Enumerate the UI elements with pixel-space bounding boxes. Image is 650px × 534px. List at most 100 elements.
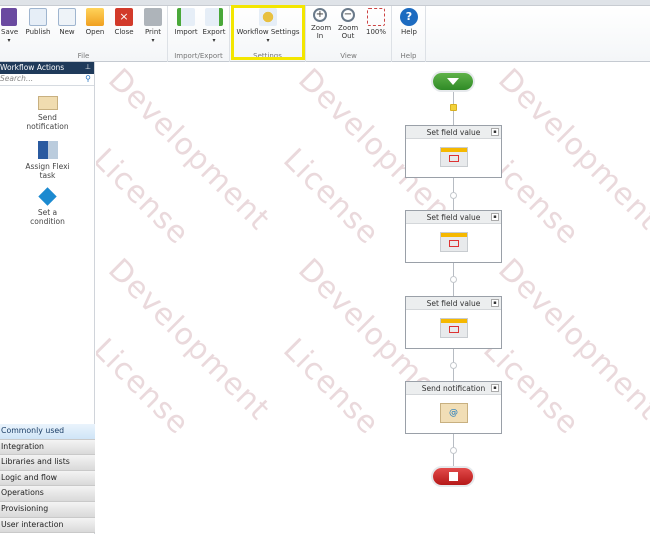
envelope-icon: @ [439,403,468,423]
ribbon: Save ▾ Publish New Open × Close Print ▾ Fil… [0,6,650,62]
export-button[interactable]: Export ▾ [201,8,227,45]
export-icon [205,8,223,26]
close-icon: × [115,8,133,26]
workflow-actions-panel: Workflow Actions ⊥ Search... ⚲ Send notifi… [0,62,95,534]
workflow-canvas[interactable]: Development License Development License … [96,62,650,534]
pin-icon[interactable]: ⊥ [85,63,91,71]
publish-button[interactable]: Publish [24,8,52,36]
group-label-help: Help [400,52,417,60]
close-label: Close [114,28,134,36]
panel-header: Workflow Actions ⊥ [0,62,94,74]
zoom-in-icon: + [313,8,327,22]
export-label: Export [202,28,226,36]
start-arrow-icon [447,78,459,85]
category-list: Commonly used Integration Libraries and … [0,424,95,534]
folder-icon [86,8,104,26]
help-icon: ? [400,8,418,26]
ribbon-group-help: ? Help Help [392,6,426,62]
node-menu-button[interactable]: ▪ [491,299,499,307]
actual-size-icon [367,8,385,26]
close-button[interactable]: × Close [113,8,135,36]
category-logic-and-flow[interactable]: Logic and flow [0,470,95,487]
action-send-notification[interactable]: Send notification [0,96,95,131]
set-field-value-icon [439,232,468,252]
node-menu-button[interactable]: ▪ [491,384,499,392]
category-provisioning[interactable]: Provisioning [0,501,95,518]
condition-icon [38,187,57,206]
node-title: Set field value [426,128,481,137]
node-title: Send notification [421,384,486,393]
flexi-task-icon [37,141,58,159]
envelope-icon [37,96,58,110]
node-menu-button[interactable]: ▪ [491,128,499,136]
drop-point[interactable] [450,362,457,369]
watermark: Development [101,252,277,428]
watermark: Development [101,62,277,238]
action-assign-flexi-task[interactable]: Assign Flexi task [0,141,95,180]
zoom-in-label: Zoom In [311,24,332,40]
new-icon [58,8,76,26]
ribbon-group-view: + Zoom In − Zoom Out 100% View [306,6,392,62]
search-input[interactable]: Search... ⚲ [0,74,94,86]
import-label: Import [174,28,198,36]
drop-point-active[interactable] [450,104,457,111]
ribbon-group-import-export: Import Export ▾ Import/Export [168,6,230,62]
ribbon-group-file: Save ▾ Publish New Open × Close Print ▾ Fil… [0,6,168,62]
chevron-down-icon: ▾ [7,37,11,44]
chevron-down-icon: ▾ [151,37,155,44]
action-label: Assign Flexi task [25,162,70,180]
zoom-out-label: Zoom Out [338,24,359,40]
category-user-interaction[interactable]: User interaction [0,517,95,534]
zoom-out-icon: − [341,8,355,22]
drop-point[interactable] [450,447,457,454]
node-title: Set field value [426,213,481,222]
search-placeholder: Search... [0,74,34,83]
open-button[interactable]: Open [84,8,106,36]
group-label-file: File [77,52,90,60]
action-node-set-field-value[interactable]: Set field value ▪ [405,296,502,349]
workflow-end[interactable] [433,468,473,485]
action-label: Set a condition [30,208,65,226]
action-node-set-field-value[interactable]: Set field value ▪ [405,210,502,263]
group-label-view: View [340,52,357,60]
print-label: Print [144,28,162,36]
category-libraries-and-lists[interactable]: Libraries and lists [0,455,95,471]
save-button[interactable]: Save ▾ [1,8,19,45]
import-icon [177,8,195,26]
category-commonly-used[interactable]: Commonly used [0,424,95,440]
import-button[interactable]: Import [173,8,199,36]
open-label: Open [85,28,105,36]
save-label: Save [1,28,19,36]
zoom-in-button[interactable]: + Zoom In [309,8,331,40]
panel-title: Workflow Actions [0,63,65,72]
group-label-import-export: Import/Export [174,52,223,60]
node-menu-button[interactable]: ▪ [491,213,499,221]
save-icon [1,8,17,26]
action-set-a-condition[interactable]: Set a condition [0,187,95,226]
zoom-100-button[interactable]: 100% [364,8,388,36]
set-field-value-icon [439,147,468,167]
drop-point[interactable] [450,276,457,283]
action-node-set-field-value[interactable]: Set field value ▪ [405,125,502,178]
help-label: Help [401,28,417,36]
print-button[interactable]: Print ▾ [142,8,164,45]
publish-icon [29,8,47,26]
category-integration[interactable]: Integration [0,439,95,456]
settings-highlight-box [231,5,305,60]
search-icon[interactable]: ⚲ [85,74,91,83]
chevron-down-icon: ▾ [212,37,216,44]
help-button[interactable]: ? Help [397,8,421,36]
zoom-100-label: 100% [365,28,386,36]
node-title: Set field value [426,299,481,308]
category-operations[interactable]: Operations [0,486,95,502]
new-label: New [59,28,75,36]
new-button[interactable]: New [56,8,78,36]
zoom-out-button[interactable]: − Zoom Out [337,8,359,40]
action-node-send-notification[interactable]: Send notification ▪ @ [405,381,502,434]
stop-icon [448,472,458,481]
workflow-start[interactable] [433,73,473,90]
action-label: Send notification [26,113,69,131]
set-field-value-icon [439,318,468,338]
drop-point[interactable] [450,192,457,199]
publish-label: Publish [25,28,51,36]
